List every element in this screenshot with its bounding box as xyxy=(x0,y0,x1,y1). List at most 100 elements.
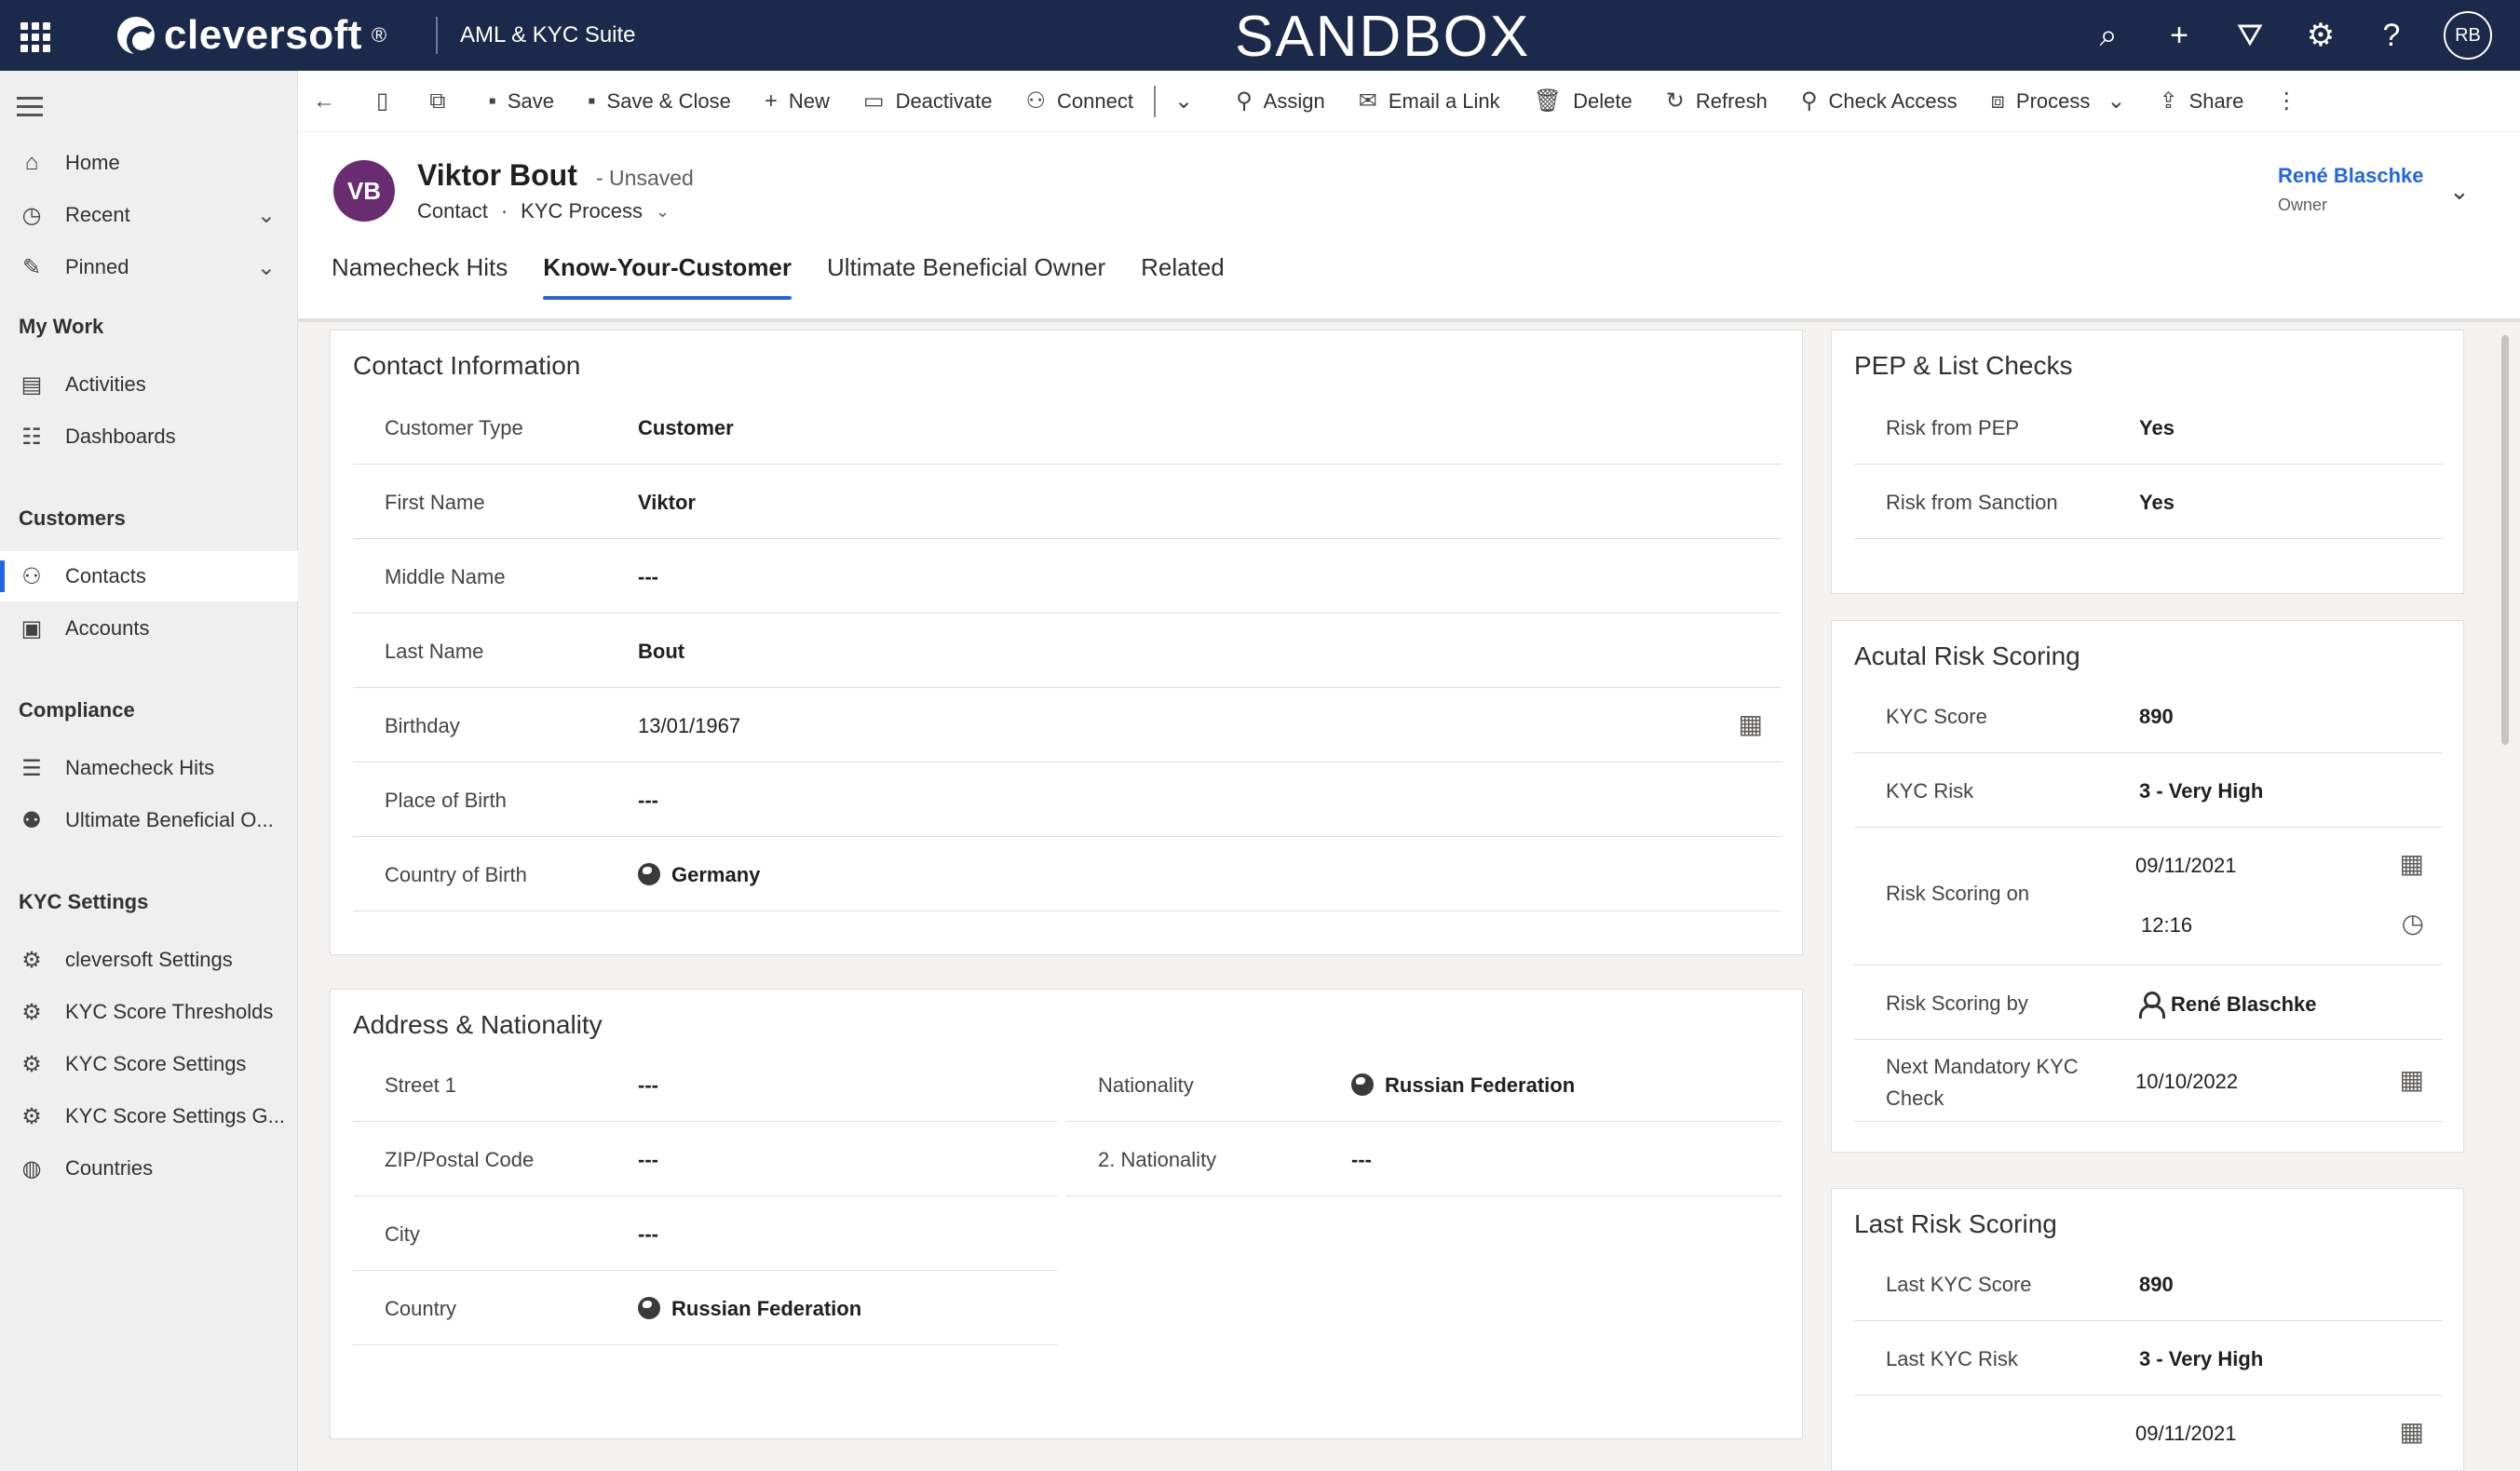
field-value[interactable]: --- xyxy=(638,565,658,589)
save-close-button[interactable]: ▪ Save & Close xyxy=(571,71,748,132)
user-avatar[interactable]: RB xyxy=(2444,11,2492,60)
nationality-field[interactable]: Nationality Russian Federation xyxy=(1066,1047,1782,1122)
risk-scoring-on-field[interactable]: Risk Scoring on 09/11/2021 ▦ 12:16 ◷ xyxy=(1854,828,2443,965)
save-button[interactable]: ▪ Save xyxy=(471,71,571,132)
hamburger-menu-icon[interactable] xyxy=(17,97,43,122)
back-button[interactable]: ← xyxy=(298,71,361,132)
nav-item-ultimate-beneficial-owner[interactable]: ⚉ Ultimate Beneficial O... xyxy=(0,795,298,845)
lookup-value[interactable]: Russian Federation xyxy=(1385,1073,1575,1097)
calendar-icon[interactable]: ▦ xyxy=(2400,1416,2424,1447)
tab-know-your-customer[interactable]: Know-Your-Customer xyxy=(543,253,792,300)
tab-ultimate-beneficial-owner[interactable]: Ultimate Beneficial Owner xyxy=(827,253,1105,300)
time-value[interactable]: 12:16 xyxy=(2141,913,2192,938)
share-button[interactable]: ⇪ Share xyxy=(2143,71,2261,132)
app-launcher-icon[interactable] xyxy=(17,19,50,52)
clock-icon[interactable]: ◷ xyxy=(2402,908,2424,938)
second-nationality-field[interactable]: 2. Nationality --- xyxy=(1066,1122,1782,1196)
lookup-value[interactable]: Germany xyxy=(671,863,760,886)
place-of-birth-field[interactable]: Place of Birth --- xyxy=(353,762,1782,837)
field-value[interactable]: 3 - Very High xyxy=(2139,1347,2263,1371)
nav-item-namecheck-hits[interactable]: ☰ Namecheck Hits xyxy=(0,743,298,793)
new-button[interactable]: + New xyxy=(748,71,847,132)
zip-postal-code-field[interactable]: ZIP/Postal Code --- xyxy=(353,1122,1057,1196)
lookup-value[interactable]: Russian Federation xyxy=(671,1297,861,1320)
app-name[interactable]: AML & KYC Suite xyxy=(460,22,636,48)
last-kyc-score-field[interactable]: Last KYC Score 890 xyxy=(1854,1247,2443,1321)
tab-namecheck-hits[interactable]: Namecheck Hits xyxy=(332,253,508,300)
settings-icon[interactable]: ⚙ xyxy=(2302,17,2339,54)
scrollbar[interactable] xyxy=(2501,335,2509,745)
nav-item-cleversoft-settings[interactable]: ⚙ cleversoft Settings xyxy=(0,935,298,985)
field-value[interactable]: Customer xyxy=(638,416,734,440)
field-value[interactable]: --- xyxy=(638,1148,658,1172)
field-value[interactable]: 09/11/2021 xyxy=(2135,1422,2236,1446)
field-value-lookup[interactable]: Russian Federation xyxy=(1351,1073,1575,1098)
process-button[interactable]: ⧈ Process ⌄ xyxy=(1974,71,2143,132)
nav-item-activities[interactable]: ▤ Activities xyxy=(0,359,298,410)
form-view-button[interactable]: ▯ xyxy=(361,71,414,132)
nav-item-accounts[interactable]: ▣ Accounts xyxy=(0,603,298,654)
form-selector[interactable]: KYC Process xyxy=(521,199,643,223)
nav-item-recent[interactable]: ◷ Recent ⌄ xyxy=(0,190,298,240)
field-value[interactable]: Yes xyxy=(2139,416,2175,440)
email-link-button[interactable]: ✉ Email a Link xyxy=(1342,71,1517,132)
chevron-down-icon[interactable]: ⌄ xyxy=(656,202,670,222)
chevron-down-icon[interactable]: ⌄ xyxy=(2107,88,2125,115)
help-icon[interactable]: ? xyxy=(2373,17,2410,54)
kyc-risk-field[interactable]: KYC Risk 3 - Very High xyxy=(1854,753,2443,828)
nav-item-countries[interactable]: ◍ Countries xyxy=(0,1143,298,1194)
field-value-lookup[interactable]: Germany xyxy=(638,863,760,887)
nav-item-dashboards[interactable]: ☷ Dashboards xyxy=(0,412,298,462)
nav-item-kyc-score-thresholds[interactable]: ⚙ KYC Score Thresholds xyxy=(0,987,298,1037)
field-value[interactable]: Yes xyxy=(2139,491,2175,515)
chevron-down-icon[interactable]: ⌄ xyxy=(257,202,276,229)
add-icon[interactable]: + xyxy=(2161,17,2198,54)
risk-from-pep-field[interactable]: Risk from PEP Yes xyxy=(1854,390,2443,465)
chevron-down-icon[interactable]: ⌄ xyxy=(2449,177,2470,206)
chevron-down-icon[interactable]: ⌄ xyxy=(257,254,276,281)
more-commands-button[interactable]: ⋮ xyxy=(2260,71,2324,132)
middle-name-field[interactable]: Middle Name --- xyxy=(353,539,1782,614)
delete-button[interactable]: 🗑 Delete xyxy=(1517,71,1649,132)
lookup-value[interactable]: René Blaschke xyxy=(2171,992,2317,1016)
risk-scoring-by-field[interactable]: Risk Scoring by René Blaschke xyxy=(1854,965,2443,1040)
street-1-field[interactable]: Street 1 --- xyxy=(353,1047,1057,1122)
nav-item-contacts[interactable]: ⚇ Contacts xyxy=(0,551,298,601)
deactivate-button[interactable]: ▭ Deactivate xyxy=(847,71,1009,132)
assign-button[interactable]: ⚲ Assign xyxy=(1219,71,1342,132)
owner-link[interactable]: René Blaschke xyxy=(2278,164,2424,188)
connect-button[interactable]: ⚇ Connect xyxy=(1009,71,1150,132)
nav-item-pinned[interactable]: ✎ Pinned ⌄ xyxy=(0,242,298,292)
field-value[interactable]: Bout xyxy=(638,640,684,664)
field-value-lookup[interactable]: Russian Federation xyxy=(638,1297,861,1321)
country-field[interactable]: Country Russian Federation xyxy=(353,1271,1057,1345)
last-kyc-risk-field[interactable]: Last KYC Risk 3 - Very High xyxy=(1854,1321,2443,1396)
calendar-icon[interactable]: ▦ xyxy=(2400,848,2424,879)
next-mandatory-kyc-check-field[interactable]: Next Mandatory KYC Check 10/10/2022 ▦ xyxy=(1854,1040,2443,1122)
field-value-lookup[interactable]: René Blaschke xyxy=(2139,992,2317,1019)
open-new-window-button[interactable]: ⧉ xyxy=(414,71,471,132)
kyc-score-field[interactable]: KYC Score 890 xyxy=(1854,679,2443,753)
calendar-icon[interactable]: ▦ xyxy=(2400,1064,2424,1095)
field-value[interactable]: Viktor xyxy=(638,491,696,515)
birthday-field[interactable]: Birthday 13/01/1967 ▦ xyxy=(353,688,1782,762)
nav-item-kyc-score-settings-g[interactable]: ⚙ KYC Score Settings G... xyxy=(0,1091,298,1141)
date-value[interactable]: 09/11/2021 xyxy=(2135,854,2236,878)
field-value[interactable]: --- xyxy=(638,1073,658,1098)
country-of-birth-field[interactable]: Country of Birth Germany xyxy=(353,837,1782,911)
calendar-icon[interactable]: ▦ xyxy=(1739,709,1763,739)
first-name-field[interactable]: First Name Viktor xyxy=(353,465,1782,539)
last-name-field[interactable]: Last Name Bout xyxy=(353,614,1782,688)
field-value[interactable]: --- xyxy=(638,789,658,813)
connect-dropdown-button[interactable]: ⌄ xyxy=(1159,71,1219,132)
field-value[interactable]: --- xyxy=(638,1222,658,1247)
check-access-button[interactable]: ⚲ Check Access xyxy=(1784,71,1974,132)
city-field[interactable]: City --- xyxy=(353,1196,1057,1271)
field-value[interactable]: 13/01/1967 xyxy=(638,714,740,738)
risk-from-sanction-field[interactable]: Risk from Sanction Yes xyxy=(1854,465,2443,539)
last-risk-scoring-on-field[interactable]: 09/11/2021 ▦ xyxy=(1854,1396,2443,1470)
nav-item-kyc-score-settings[interactable]: ⚙ KYC Score Settings xyxy=(0,1039,298,1089)
refresh-button[interactable]: ↻ Refresh xyxy=(1649,71,1784,132)
field-value[interactable]: --- xyxy=(1351,1148,1372,1172)
nav-item-home[interactable]: ⌂ Home xyxy=(0,138,298,188)
